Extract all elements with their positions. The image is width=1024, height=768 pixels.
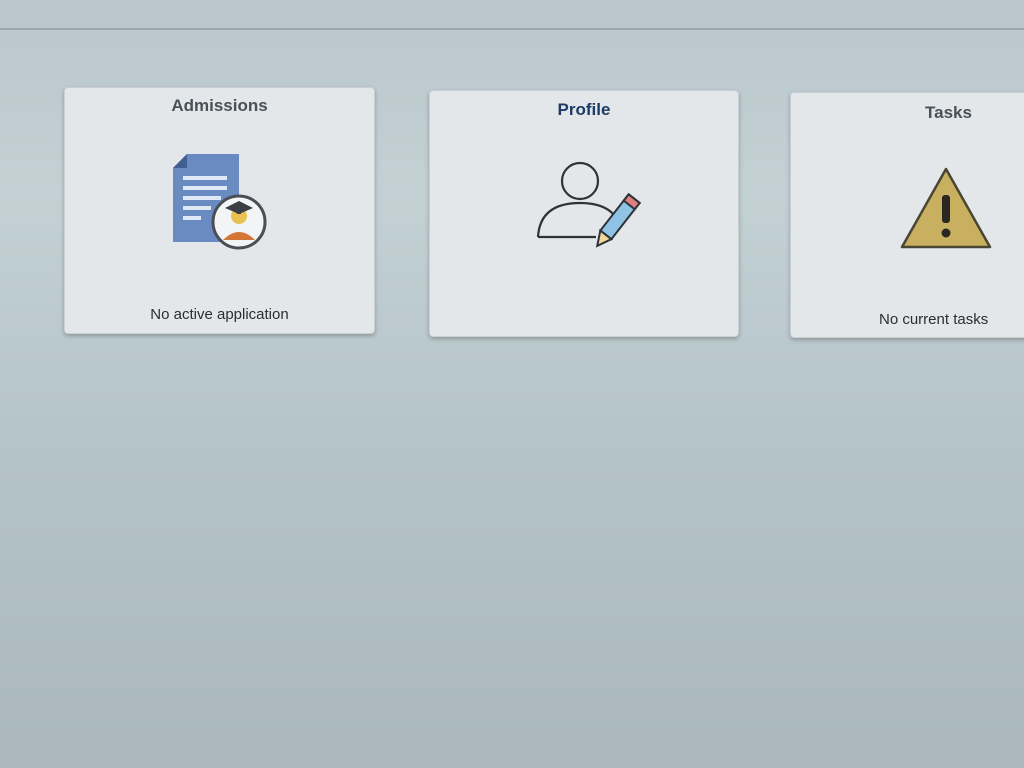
tasks-status: No current tasks (879, 311, 989, 328)
header-divider (0, 28, 1024, 30)
profile-tile[interactable]: Profile (429, 90, 739, 337)
user-edit-icon (536, 161, 642, 248)
admissions-tile[interactable]: Admissions No active application (64, 87, 375, 334)
admissions-title: Admissions (171, 96, 268, 115)
tasks-tile[interactable]: Tasks No current tasks (790, 92, 1024, 338)
profile-title: Profile (557, 100, 611, 119)
warning-icon (900, 167, 992, 249)
admissions-status: No active application (150, 306, 289, 323)
tasks-title: Tasks (925, 103, 972, 122)
document-graduate-icon (173, 154, 267, 250)
